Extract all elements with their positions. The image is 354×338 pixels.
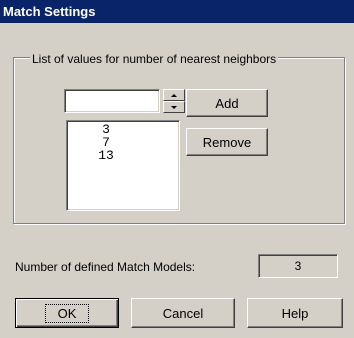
neighbor-value-spinner[interactable] [163,89,185,113]
cancel-button[interactable]: Cancel [131,298,235,328]
add-button[interactable]: Add [186,89,268,117]
spin-down-button[interactable] [163,101,185,113]
remove-button[interactable]: Remove [186,128,268,156]
ok-button[interactable]: OK [15,298,119,328]
arrow-up-icon [171,93,177,97]
list-item[interactable]: 13 [67,149,145,162]
window-title: Match Settings [3,4,96,19]
match-models-count: 3 [258,254,338,278]
help-button[interactable]: Help [247,298,343,328]
ok-button-label: OK [44,303,90,323]
neighbors-group-legend: List of values for number of nearest nei… [30,52,279,66]
match-models-label: Number of defined Match Models: [15,260,196,274]
neighbor-values-list[interactable]: 3 7 13 [66,120,180,211]
title-bar: Match Settings [0,0,354,23]
spin-up-button[interactable] [163,89,185,101]
arrow-down-icon [171,105,177,109]
neighbor-value-input[interactable] [64,89,160,113]
